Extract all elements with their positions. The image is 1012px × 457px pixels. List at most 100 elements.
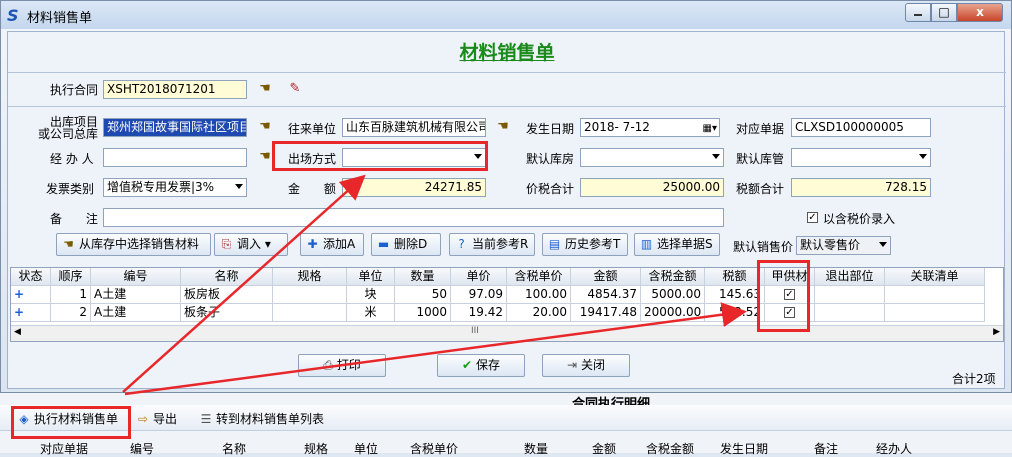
goto-list-button[interactable]: ☰ 转到材料销售单列表 (196, 409, 324, 429)
column-header[interactable]: 单位 (354, 440, 378, 457)
table-cell[interactable]: 582.52 (705, 304, 765, 322)
column-header[interactable]: 名称 (222, 440, 246, 457)
minimize-icon (914, 14, 922, 16)
save-button[interactable]: ✔ 保存 (437, 354, 525, 377)
add-button[interactable]: ✚ 添加A (300, 233, 364, 256)
lookup-hand-icon[interactable]: ☚ (494, 118, 512, 136)
table-cell[interactable]: 板房板 (181, 286, 273, 304)
invoice-select[interactable]: 增值税专用发票|3% (103, 178, 247, 197)
horizontal-scrollbar[interactable]: ◀ III ▶ (11, 325, 1003, 341)
minimize-button[interactable] (905, 3, 931, 22)
default-price-select[interactable]: 默认零售价 (796, 236, 891, 255)
column-header[interactable]: 规格 (273, 268, 347, 286)
table-cell[interactable]: 20000.00 (641, 304, 705, 322)
lookup-hand-icon[interactable]: ☚ (256, 80, 274, 98)
column-header[interactable]: 单位 (347, 268, 395, 286)
note-field[interactable] (103, 208, 724, 227)
supplied-checkbox-cell[interactable]: ✓ (765, 286, 815, 304)
table-cell[interactable]: 2 (51, 304, 91, 322)
table-cell[interactable] (885, 304, 985, 322)
close-button[interactable]: ⇥ 关闭 (542, 354, 630, 377)
column-header[interactable]: 编号 (91, 268, 181, 286)
handler-field[interactable] (103, 148, 247, 167)
partner-field[interactable]: 山东百脉建筑机械有限公司 (342, 118, 486, 137)
table-cell[interactable]: A土建 (91, 286, 181, 304)
column-header[interactable]: 顺序 (51, 268, 91, 286)
table-cell[interactable]: 19417.48 (571, 304, 641, 322)
taxin-checkbox[interactable]: ✓ (807, 212, 818, 223)
contract-field[interactable]: XSHT2018071201 (103, 80, 247, 99)
column-header[interactable]: 含税金额 (646, 440, 694, 457)
current-ref-button[interactable]: ? 当前参考R (449, 233, 535, 256)
table-cell[interactable]: 145.63 (705, 286, 765, 304)
table-cell[interactable] (273, 286, 347, 304)
column-header[interactable]: 状态 (11, 268, 51, 286)
history-ref-button[interactable]: ▤ 历史参考T (542, 233, 628, 256)
table-cell[interactable]: 4854.37 (571, 286, 641, 304)
default-keeper-select[interactable] (791, 148, 931, 167)
table-cell[interactable]: A土建 (91, 304, 181, 322)
plus-icon: ✚ (307, 237, 318, 251)
column-header[interactable]: 发生日期 (720, 440, 768, 457)
scroll-thumb[interactable]: III (471, 326, 479, 336)
column-header[interactable]: 编号 (130, 440, 154, 457)
column-header[interactable]: 对应单据 (40, 440, 88, 457)
table-cell[interactable]: 5000.00 (641, 286, 705, 304)
table-cell[interactable] (885, 286, 985, 304)
column-header[interactable]: 经办人 (876, 440, 912, 457)
column-header[interactable]: 税额 (705, 268, 765, 286)
column-header[interactable]: 备注 (814, 440, 838, 457)
save-label: 保存 (475, 358, 500, 372)
supplied-checkbox[interactable]: ✓ (784, 289, 795, 300)
lookup-hand-icon[interactable]: ☚ (256, 148, 274, 166)
table-cell[interactable]: 米 (347, 304, 395, 322)
column-header[interactable]: 退出部位 (815, 268, 885, 286)
warehouse-field[interactable]: 郑州郑国故事国际社区项目 (103, 118, 247, 137)
column-header[interactable]: 数量 (524, 440, 548, 457)
select-stock-button[interactable]: ☚ 从库存中选择销售材料 (56, 233, 211, 256)
table-cell[interactable]: 1000 (395, 304, 451, 322)
delete-button[interactable]: ▬ 删除D (371, 233, 441, 256)
table-cell[interactable]: 20.00 (507, 304, 571, 322)
default-store-select[interactable] (580, 148, 724, 167)
supplied-checkbox[interactable]: ✓ (784, 307, 795, 318)
column-header[interactable]: 数量 (395, 268, 451, 286)
supplied-checkbox-cell[interactable]: ✓ (765, 304, 815, 322)
maximize-button[interactable]: □ (931, 3, 957, 22)
column-header[interactable]: 单价 (451, 268, 507, 286)
table-cell[interactable] (815, 304, 885, 322)
column-header[interactable]: 关联清单 (885, 268, 985, 286)
column-header[interactable]: 含税金额 (641, 268, 705, 286)
ref-field[interactable]: CLXSD100000005 (791, 118, 931, 137)
import-button[interactable]: ⎘ 调入 ▾ (214, 233, 288, 256)
export-button[interactable]: ⇨ 导出 (133, 409, 177, 429)
scroll-right-icon[interactable]: ▶ (993, 327, 1000, 337)
edit-pen-icon[interactable]: ✎ (286, 80, 304, 98)
table-cell[interactable] (273, 304, 347, 322)
table-cell[interactable]: 块 (347, 286, 395, 304)
execute-sales-button[interactable]: ◈ 执行材料销售单 (14, 409, 118, 429)
table-cell[interactable]: 100.00 (507, 286, 571, 304)
close-window-button[interactable]: x (957, 3, 1003, 22)
column-header[interactable]: 名称 (181, 268, 273, 286)
column-header[interactable]: 规格 (304, 440, 328, 457)
print-button[interactable]: ⎙ 打印 (298, 354, 386, 377)
calendar-dropdown-icon[interactable]: ▦▾ (703, 120, 717, 136)
table-cell[interactable]: 97.09 (451, 286, 507, 304)
scroll-left-icon[interactable]: ◀ (14, 327, 21, 337)
table-cell[interactable]: 19.42 (451, 304, 507, 322)
select-doc-button[interactable]: ▥ 选择单据S (634, 233, 720, 256)
column-header[interactable]: 金额 (571, 268, 641, 286)
out-method-select[interactable] (342, 148, 486, 167)
column-header[interactable]: 含税单价 (507, 268, 571, 286)
column-header[interactable]: 含税单价 (410, 440, 458, 457)
table-cell[interactable] (815, 286, 885, 304)
lookup-hand-icon[interactable]: ☚ (256, 118, 274, 136)
column-header[interactable]: 金额 (592, 440, 616, 457)
goto-list-label: 转到材料销售单列表 (216, 412, 325, 426)
table-cell[interactable]: 1 (51, 286, 91, 304)
column-header[interactable]: 甲供材 (765, 268, 815, 286)
table-cell[interactable]: 板条子 (181, 304, 273, 322)
table-cell[interactable]: 50 (395, 286, 451, 304)
date-field[interactable]: 2018- 7-12 ▦▾ (580, 118, 720, 137)
